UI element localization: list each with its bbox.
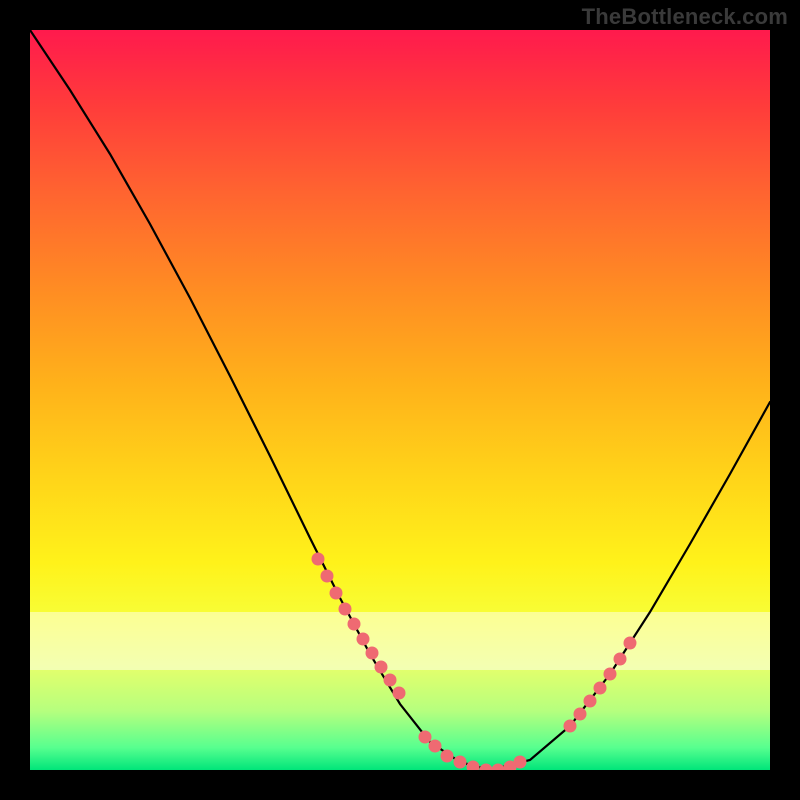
- dots-right-ascent-dot: [614, 653, 627, 666]
- chart-frame: TheBottleneck.com: [0, 0, 800, 800]
- dots-left-descent-dot: [375, 661, 388, 674]
- dots-left-descent-dot: [366, 647, 379, 660]
- dots-left-descent-dot: [312, 553, 325, 566]
- dots-right-ascent-dot: [604, 668, 617, 681]
- dots-left-descent-dot: [348, 618, 361, 631]
- dots-valley-dot: [454, 756, 467, 769]
- dots-valley-dot: [480, 764, 493, 771]
- dots-right-ascent-dot: [584, 695, 597, 708]
- main-curve: [30, 30, 770, 770]
- dots-valley-dot: [419, 731, 432, 744]
- dots-right-ascent-dot: [624, 637, 637, 650]
- dots-valley-dot: [429, 740, 442, 753]
- curve-layer: [30, 30, 770, 770]
- dots-left-descent-dot: [330, 587, 343, 600]
- dots-right-ascent-dot: [574, 708, 587, 721]
- dots-left-descent-dot: [321, 570, 334, 583]
- dots-valley-dot: [441, 750, 454, 763]
- dots-valley-dot: [467, 761, 480, 771]
- plot-area: [30, 30, 770, 770]
- dots-valley-dot: [514, 756, 527, 769]
- dots-left-descent-dot: [384, 674, 397, 687]
- dots-left-descent-dot: [393, 687, 406, 700]
- watermark-text: TheBottleneck.com: [582, 4, 788, 30]
- dots-right-ascent-dot: [594, 682, 607, 695]
- dots-left-descent-dot: [357, 633, 370, 646]
- dot-overlay: [312, 553, 637, 771]
- dots-right-ascent-dot: [564, 720, 577, 733]
- dots-valley-dot: [492, 764, 505, 771]
- dots-left-descent-dot: [339, 603, 352, 616]
